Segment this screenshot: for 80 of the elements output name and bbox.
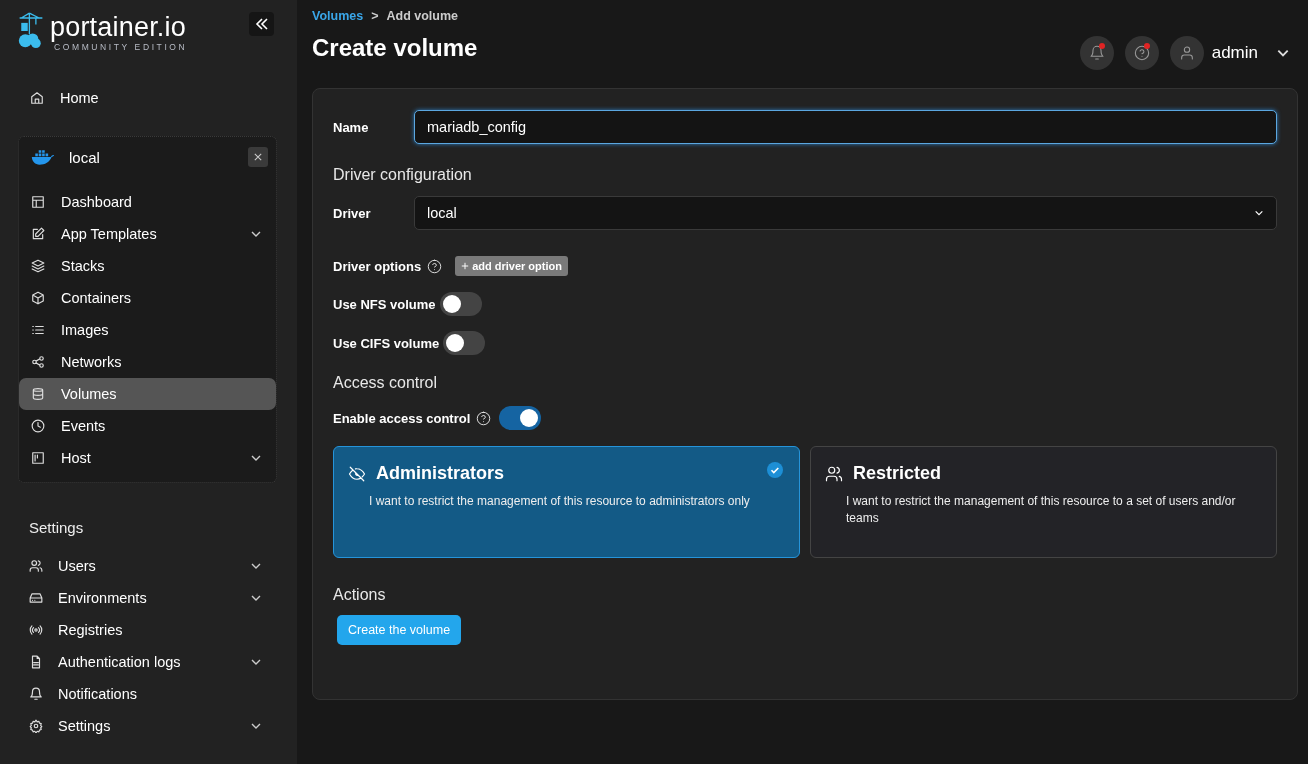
home-icon	[30, 91, 44, 105]
bell-icon	[1088, 45, 1105, 61]
breadcrumb-link[interactable]: Volumes	[312, 9, 364, 23]
gear-icon	[29, 719, 43, 733]
field-label: Name	[333, 119, 370, 135]
help-button[interactable]	[1124, 36, 1159, 70]
drive-icon	[29, 591, 43, 605]
sidebar-nav-item[interactable]: Settings	[18, 710, 276, 742]
bell-icon	[29, 687, 43, 701]
name-input-field[interactable]: mariadb_config	[414, 110, 1277, 144]
user-menu-button[interactable]: admin	[1169, 36, 1290, 70]
notifications-button[interactable]	[1079, 36, 1114, 70]
option-title: Restricted	[853, 463, 942, 484]
sidebar-nav-item[interactable]: Users	[18, 550, 276, 582]
breadcrumb-separator: >	[371, 9, 379, 23]
layers-icon	[31, 259, 45, 273]
page-title: Create volume	[312, 34, 478, 62]
users-icon	[29, 559, 43, 573]
list-icon	[31, 323, 45, 337]
settings-heading: Settings	[29, 519, 85, 536]
users-icon	[825, 464, 843, 483]
brand-name: portainer.io	[50, 12, 187, 42]
chevron-down-icon	[1254, 208, 1264, 218]
environment-name: local	[69, 148, 101, 166]
sidebar-nav-item[interactable]: Registries	[18, 614, 276, 646]
sidebar-nav-item[interactable]: Dashboard	[19, 186, 276, 218]
sidebar-nav-item[interactable]: Images	[19, 314, 276, 346]
toggle-label: Use NFS volume	[333, 296, 436, 312]
document-icon	[29, 655, 43, 669]
home-nav-item[interactable]: Home	[18, 82, 276, 114]
collapse-sidebar-button[interactable]	[249, 12, 274, 36]
edit-icon	[31, 227, 45, 241]
sidebar-nav-item[interactable]: Host	[19, 442, 276, 474]
board-icon	[31, 451, 45, 465]
check-icon	[767, 462, 783, 478]
edition-label: COMMUNITY EDITION	[54, 42, 188, 52]
toggle-label: Enable access control	[333, 410, 471, 426]
clock-icon	[31, 419, 45, 433]
toggle-label: Use CIFS volume	[333, 335, 440, 351]
cube-icon	[31, 291, 45, 305]
option-description: I want to restrict the management of this resource to administrators only	[369, 493, 751, 510]
sidebar-nav-item[interactable]: Authentication logs	[18, 646, 276, 678]
section-heading: Actions	[333, 586, 387, 604]
access-option-card[interactable]: Administrators I want to restrict the management of this resource to administrators only	[333, 446, 800, 558]
field-label: Driver options	[333, 258, 422, 274]
help-icon	[427, 258, 443, 274]
dashboard-icon	[31, 195, 45, 209]
option-title: Administrators	[376, 463, 505, 484]
sidebar-nav-item[interactable]: Stacks	[19, 250, 276, 282]
sidebar-nav-item[interactable]: App Templates	[19, 218, 276, 250]
signal-icon	[29, 623, 43, 637]
add-driver-option-button[interactable]: add driver option	[455, 256, 568, 276]
share-icon	[31, 355, 45, 369]
help-icon	[1133, 45, 1150, 61]
help-icon	[476, 410, 492, 426]
close-icon	[254, 153, 262, 161]
sidebar-nav-item[interactable]: Environments	[18, 582, 276, 614]
breadcrumb-current: Add volume	[386, 9, 459, 23]
driver-select[interactable]: local	[414, 196, 1277, 230]
toggle-switch[interactable]	[499, 406, 542, 430]
close-button[interactable]	[248, 147, 268, 167]
sidebar-nav-item[interactable]: Networks	[19, 346, 276, 378]
toggle-switch[interactable]	[443, 331, 486, 355]
sidebar-nav-item[interactable]: Notifications	[18, 678, 276, 710]
sidebar-nav-item[interactable]: Events	[19, 410, 276, 442]
crane-logo-icon	[18, 12, 44, 50]
whale-icon	[31, 149, 55, 165]
database-icon	[31, 387, 45, 401]
field-label: Driver	[333, 205, 372, 221]
eye-off-icon	[348, 464, 366, 483]
section-heading: Access control	[333, 374, 439, 392]
user-icon	[1178, 45, 1195, 61]
double-chevron-left-icon	[253, 16, 270, 32]
plus-icon	[461, 262, 470, 270]
sidebar-nav-item[interactable]: Volumes	[19, 378, 276, 410]
option-description: I want to restrict the management of this resource to a set of users and/or teams	[846, 493, 1237, 527]
access-option-card[interactable]: Restricted I want to restrict the management of this resource to a set of users and/or teams	[810, 446, 1277, 558]
section-heading: Driver configuration	[333, 166, 473, 184]
sidebar-nav-item[interactable]: Containers	[19, 282, 276, 314]
toggle-switch[interactable]	[439, 292, 482, 316]
